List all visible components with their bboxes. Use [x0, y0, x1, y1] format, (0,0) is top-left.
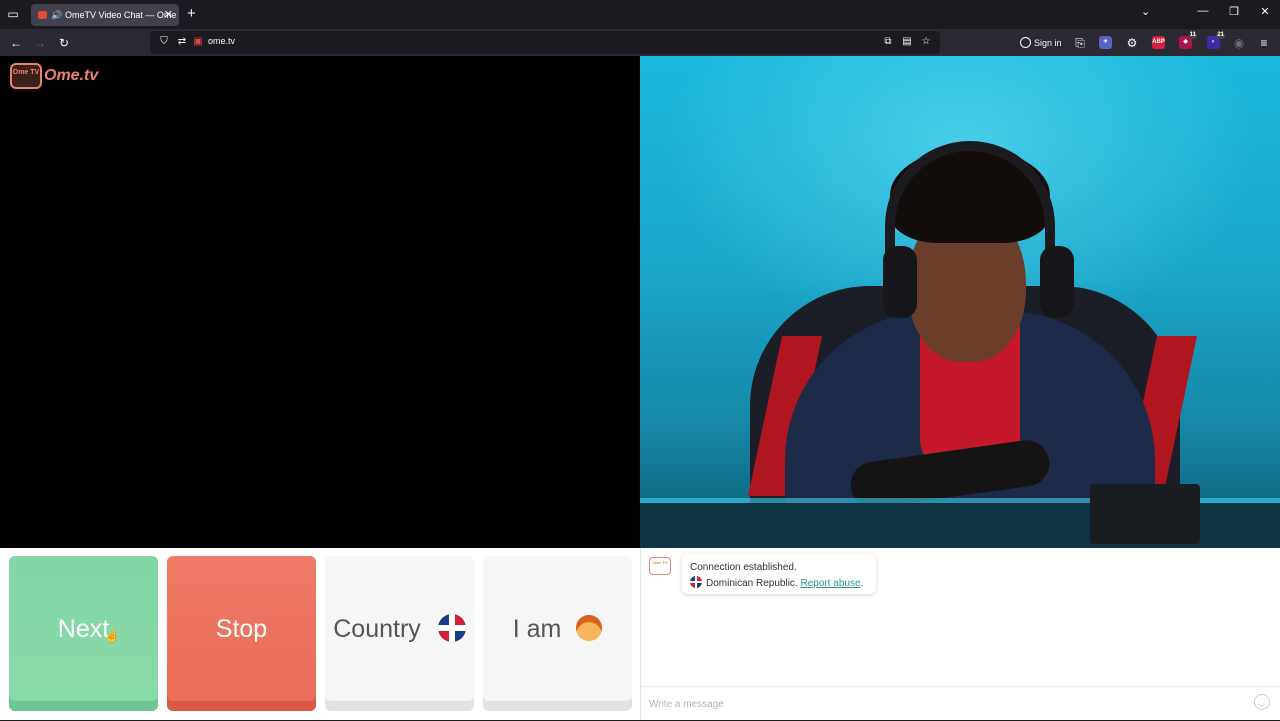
- browser-tab-active[interactable]: 🔊 OmeTV Video Chat — Ome ✕: [31, 4, 179, 26]
- ometv-page: Ome TV Ome.tv Next Stop Country I am ☝ O…: [0, 56, 1280, 721]
- mini-dominican-flag-icon: [690, 576, 702, 589]
- message-composer: [641, 686, 1280, 721]
- tab-list-icon[interactable]: ▭: [5, 6, 21, 22]
- menu-icon[interactable]: ≡: [1256, 35, 1272, 51]
- extension-badge-count: 11: [1188, 32, 1197, 39]
- close-window-icon[interactable]: ✕: [1257, 5, 1273, 18]
- tv-logo-icon: Ome TV: [10, 63, 42, 89]
- minimize-icon[interactable]: —: [1195, 5, 1211, 17]
- close-tab-icon[interactable]: ✕: [164, 4, 173, 26]
- url-bar[interactable]: ⛉ ⇄ ▣ ome.tv ⧉ ▤ ☆: [150, 31, 940, 54]
- message-input[interactable]: [641, 687, 1241, 721]
- permissions-icon[interactable]: ⇄: [176, 36, 188, 48]
- report-suffix: .: [860, 578, 864, 589]
- gender-button[interactable]: I am: [483, 556, 632, 711]
- headphone-earcup-left: [883, 246, 917, 318]
- extension-badge-icon[interactable]: ◆ 11: [1179, 32, 1197, 49]
- logo-text: Ome.tv: [44, 67, 99, 84]
- connection-status-text: Connection established.: [690, 562, 797, 573]
- ometv-favicon-icon: [38, 11, 47, 19]
- camera-sharing-icon[interactable]: ▣: [192, 36, 204, 48]
- extension-badge-count-2: 21: [1216, 32, 1225, 39]
- account-icon: [1020, 37, 1031, 48]
- eye-icon[interactable]: ◉: [1231, 35, 1247, 51]
- headphone-earcup-right: [1040, 246, 1074, 318]
- new-tab-icon[interactable]: +: [187, 5, 196, 23]
- next-label: Next: [57, 615, 110, 643]
- extension-shield-icon[interactable]: ◐ 21: [1207, 32, 1225, 49]
- partner-country: Dominican Republic.: [706, 578, 798, 589]
- reload-icon[interactable]: ↻: [56, 35, 72, 51]
- shield-icon[interactable]: ⛉: [158, 36, 170, 48]
- boy-avatar-icon: [576, 614, 603, 641]
- system-message: Connection established. Dominican Republ…: [682, 554, 876, 594]
- hand-cursor-icon: ☝: [104, 628, 121, 643]
- country-button[interactable]: Country: [325, 556, 474, 711]
- i-am-label: I am: [512, 615, 562, 643]
- extension-puzzle-icon[interactable]: ✦: [1099, 36, 1112, 49]
- chat-panel: Ome TV Connection established. Dominican…: [640, 548, 1280, 721]
- next-button[interactable]: Next: [9, 556, 158, 711]
- browser-tab-bar: ▭ 🔊 OmeTV Video Chat — Ome ✕ + ⌄ — ❐ ✕: [0, 0, 1280, 29]
- speaker-icon[interactable]: 🔊: [51, 4, 62, 26]
- report-abuse-link[interactable]: Report abuse: [801, 578, 861, 589]
- self-video: Ome TV Ome.tv: [0, 56, 640, 548]
- system-avatar-icon: Ome TV: [649, 557, 671, 575]
- browser-nav-bar: ← → ↻ ⛉ ⇄ ▣ ome.tv ⧉ ▤ ☆ Sign in ⎘ ✦ ⚙ A…: [0, 29, 1280, 56]
- restore-icon[interactable]: ❐: [1226, 5, 1242, 18]
- partner-video: [640, 56, 1280, 548]
- sign-in-button[interactable]: Sign in: [1020, 35, 1062, 51]
- back-icon[interactable]: ←: [8, 35, 24, 51]
- url-text: ome.tv: [208, 36, 236, 46]
- device-on-desk: [1090, 484, 1200, 544]
- bookmark-star-icon[interactable]: ☆: [920, 36, 932, 48]
- emoji-icon[interactable]: [1254, 694, 1270, 710]
- extensions-icon[interactable]: ⎘: [1072, 35, 1088, 51]
- chevron-down-icon[interactable]: ⌄: [1141, 5, 1150, 18]
- stop-label: Stop: [215, 615, 268, 643]
- sign-in-label: Sign in: [1034, 38, 1062, 48]
- settings-gear-icon[interactable]: ⚙: [1124, 35, 1140, 51]
- dominican-republic-flag-icon: [437, 613, 466, 642]
- picture-in-picture-icon[interactable]: ⧉: [882, 36, 894, 48]
- tab-title: OmeTV Video Chat — Ome: [65, 10, 177, 20]
- forward-icon[interactable]: →: [32, 35, 48, 51]
- stop-button[interactable]: Stop: [167, 556, 316, 711]
- partner-country-line: Dominican Republic. Report abuse.: [690, 576, 868, 592]
- reader-view-icon[interactable]: ▤: [901, 36, 913, 48]
- adblock-icon[interactable]: ABP: [1152, 36, 1165, 49]
- country-label: Country: [333, 615, 421, 643]
